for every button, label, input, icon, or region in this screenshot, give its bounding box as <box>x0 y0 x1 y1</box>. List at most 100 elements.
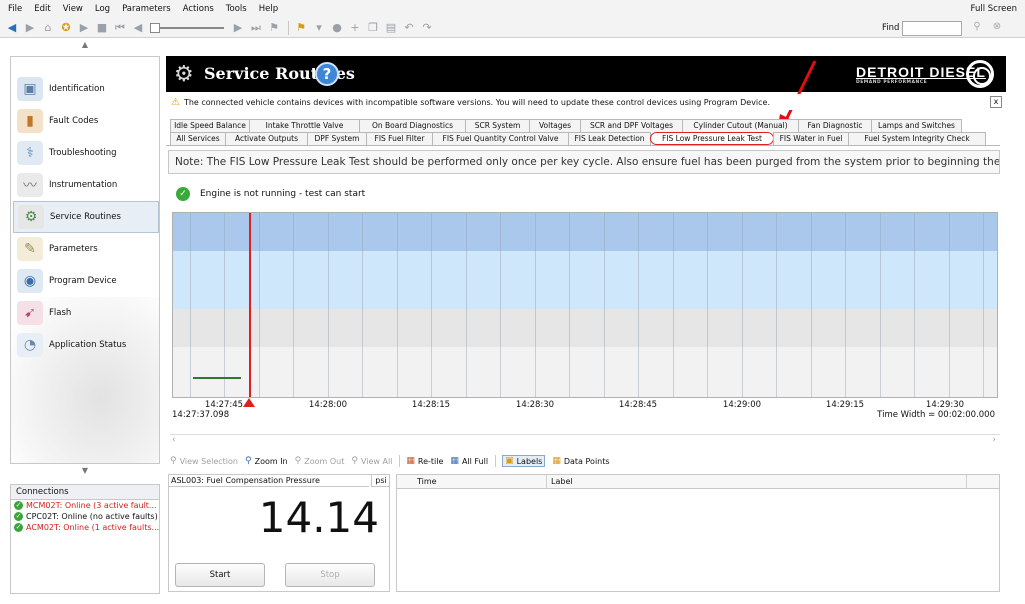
find-clear-icon[interactable]: ⊗ <box>988 21 1006 36</box>
labels-button[interactable]: ▣ Labels <box>502 455 546 467</box>
rewind-icon[interactable]: ⏮ <box>112 20 128 36</box>
connect-icon[interactable]: ✪ <box>58 20 74 36</box>
button-label: View All <box>360 456 393 466</box>
labels-icon: ▣ <box>505 456 514 466</box>
stop-button[interactable]: Stop <box>285 563 375 587</box>
step-forward-icon[interactable]: ▶ <box>230 20 246 36</box>
instrumentation-icon: 〰 <box>17 173 43 197</box>
zoom-in-button[interactable]: ⚲ Zoom In <box>245 456 288 466</box>
gauge-unit: psi <box>371 475 390 487</box>
menu-file[interactable]: File <box>0 0 28 18</box>
toolbar-separator <box>288 20 289 35</box>
redo-icon[interactable]: ↷ <box>419 20 435 36</box>
playback-slider[interactable] <box>150 22 224 33</box>
tab-scr-and-dpf-voltages[interactable]: SCR and DPF Voltages <box>580 119 683 132</box>
scroll-left-icon[interactable]: ‹ <box>172 435 176 445</box>
grid-line <box>707 213 708 397</box>
flag-icon[interactable]: ⚑ <box>293 20 309 36</box>
zoom-out-button[interactable]: ⚲ Zoom Out <box>295 456 345 466</box>
menu-edit[interactable]: Edit <box>28 0 56 18</box>
home-icon[interactable]: ⌂ <box>40 20 56 36</box>
find-search-icon[interactable]: ⚲ <box>968 21 986 36</box>
nav-item-parameters[interactable]: ✎ Parameters <box>13 233 159 265</box>
record-icon[interactable]: ● <box>329 20 345 36</box>
view-all-button[interactable]: ⚲ View All <box>351 456 392 466</box>
menu-actions[interactable]: Actions <box>177 0 220 18</box>
time-cursor-marker-icon[interactable] <box>243 398 255 407</box>
all-full-button[interactable]: ▦ All Full <box>450 456 488 466</box>
tab-all-services[interactable]: All Services <box>170 132 226 145</box>
back-icon[interactable]: ◀ <box>4 20 20 36</box>
find-label: Find <box>882 23 900 33</box>
x-tick-label: 14:29:00 <box>722 400 762 410</box>
help-icon[interactable]: ? <box>315 62 339 86</box>
connection-item[interactable]: ✓ ACM02T: Online (1 active faults... <box>11 522 159 533</box>
play-icon[interactable]: ▶ <box>76 20 92 36</box>
dropdown-icon[interactable]: ▾ <box>311 20 327 36</box>
step-back-icon[interactable]: ◀ <box>130 20 146 36</box>
nav-item-fault-codes[interactable]: ▮ Fault Codes <box>13 105 159 137</box>
button-label: Re-tile <box>417 456 444 466</box>
start-button[interactable]: Start <box>175 563 265 587</box>
view-all-icon: ⚲ <box>351 456 358 466</box>
find-input[interactable] <box>902 21 962 36</box>
forward-icon[interactable]: ▶ <box>22 20 38 36</box>
tab-on-board-diagnostics[interactable]: On Board Diagnostics <box>359 119 466 132</box>
column-header-label[interactable]: Label <box>547 475 967 488</box>
nav-item-flash[interactable]: ➹ Flash <box>13 297 159 329</box>
nav-item-instrumentation[interactable]: 〰 Instrumentation <box>13 169 159 201</box>
copy-icon[interactable]: ❐ <box>365 20 381 36</box>
tab-fuel-system-integrity-check[interactable]: Fuel System Integrity Check <box>848 132 986 145</box>
tab-dpf-system[interactable]: DPF System <box>307 132 367 145</box>
retile-button[interactable]: ▦ Re-tile <box>406 456 443 466</box>
grid-line <box>742 213 743 397</box>
chart-scrollbar[interactable]: ‹ › <box>170 434 1000 446</box>
column-header-time[interactable]: Time <box>397 475 547 488</box>
paste-icon[interactable]: ▤ <box>383 20 399 36</box>
nav-item-troubleshooting[interactable]: ⚕ Troubleshooting <box>13 137 159 169</box>
scroll-right-icon[interactable]: › <box>992 435 996 445</box>
full-screen-link[interactable]: Full Screen <box>971 0 1017 18</box>
tab-fis-leak-detection[interactable]: FIS Leak Detection <box>568 132 651 145</box>
nav-item-label: Troubleshooting <box>49 148 117 158</box>
tab-fis-water-in-fuel[interactable]: FIS Water in Fuel <box>773 132 849 145</box>
fast-forward-icon[interactable]: ⏭ <box>248 20 264 36</box>
connection-item[interactable]: ✓ CPC02T: Online (no active faults) <box>11 511 159 522</box>
close-icon[interactable]: x <box>990 96 1002 108</box>
stop-icon[interactable]: ■ <box>94 20 110 36</box>
tab-intake-throttle-valve[interactable]: Intake Throttle Valve <box>249 119 360 132</box>
nav-collapse-down-icon[interactable]: ▼ <box>10 466 160 480</box>
grid-line <box>638 213 639 397</box>
data-points-button[interactable]: ▦ Data Points <box>552 456 609 466</box>
undo-icon[interactable]: ↶ <box>401 20 417 36</box>
menu-tools[interactable]: Tools <box>220 0 253 18</box>
add-icon[interactable]: + <box>347 20 363 36</box>
menu-parameters[interactable]: Parameters <box>116 0 177 18</box>
tab-cylinder-cutout-manual[interactable]: Cylinder Cutout (Manual) <box>682 119 799 132</box>
tab-fis-low-pressure-leak-test[interactable]: FIS Low Pressure Leak Test <box>650 132 774 145</box>
tab-fan-diagnostic[interactable]: Fan Diagnostic <box>798 119 872 132</box>
nav-collapse-up-icon[interactable]: ▲ <box>10 40 160 54</box>
marker-icon[interactable]: ⚑ <box>266 20 282 36</box>
nav-item-identification[interactable]: ▣ Identification <box>13 73 159 105</box>
nav-item-application-status[interactable]: ◔ Application Status <box>13 329 159 361</box>
note-text: Note: The FIS Low Pressure Leak Test sho… <box>168 150 1000 174</box>
menu-view[interactable]: View <box>57 0 89 18</box>
tab-scr-system[interactable]: SCR System <box>465 119 530 132</box>
chart-toolbar: ⚲ View Selection ⚲ Zoom In ⚲ Zoom Out ⚲ … <box>170 454 617 468</box>
tab-lamps-and-switches[interactable]: Lamps and Switches <box>871 119 962 132</box>
menu-help[interactable]: Help <box>253 0 284 18</box>
data-chart[interactable] <box>172 212 998 398</box>
labels-table-header: Time Label <box>397 475 999 489</box>
nav-item-service-routines[interactable]: ⚙ Service Routines <box>13 201 159 233</box>
connection-item[interactable]: ✓ MCM02T: Online (3 active fault... <box>11 500 159 511</box>
tab-fis-fuel-quantity-control-valve[interactable]: FIS Fuel Quantity Control Valve <box>432 132 569 145</box>
tab-idle-speed-balance[interactable]: Idle Speed Balance <box>170 119 250 132</box>
tab-activate-outputs[interactable]: Activate Outputs <box>225 132 308 145</box>
tab-fis-fuel-filter[interactable]: FIS Fuel Filter <box>366 132 433 145</box>
menu-log[interactable]: Log <box>89 0 116 18</box>
nav-item-program-device[interactable]: ◉ Program Device <box>13 265 159 297</box>
time-cursor[interactable] <box>249 213 251 397</box>
tab-voltages[interactable]: Voltages <box>529 119 581 132</box>
view-selection-button[interactable]: ⚲ View Selection <box>170 456 238 466</box>
